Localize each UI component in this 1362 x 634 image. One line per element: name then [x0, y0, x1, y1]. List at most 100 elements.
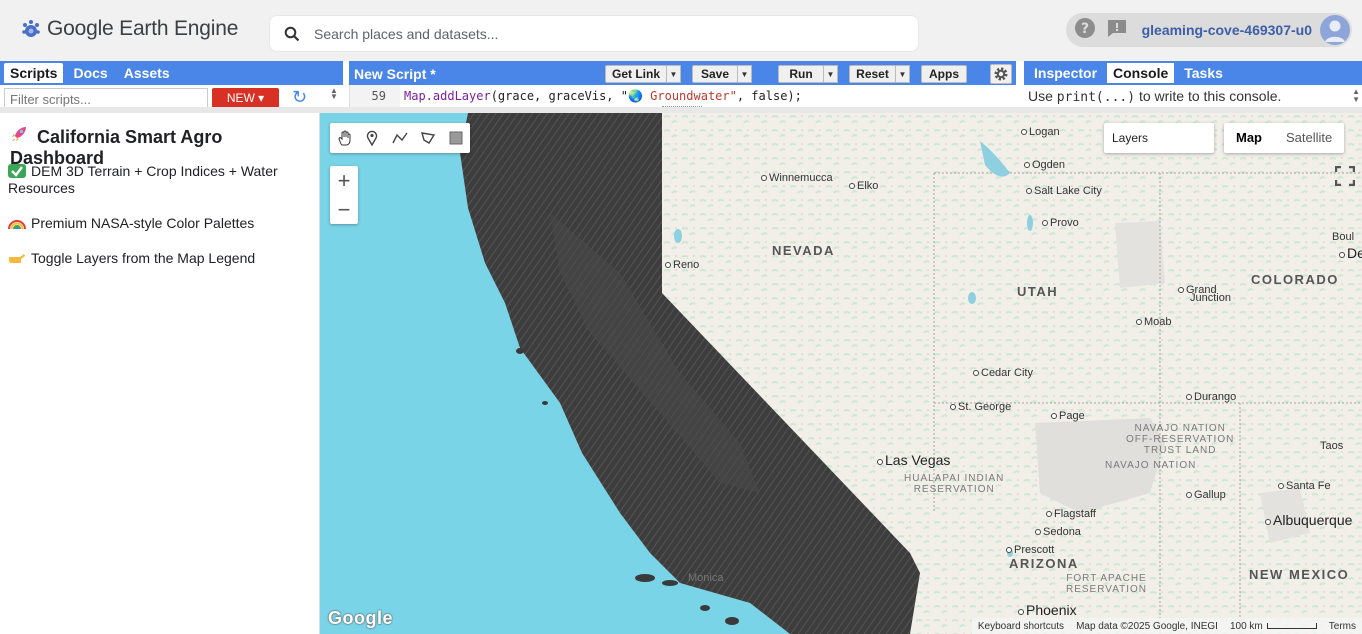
get-link-button[interactable]: Get Link — [605, 65, 667, 83]
left-tabbar: Scripts Docs Assets — [0, 61, 343, 85]
map-type-satellite[interactable]: Satellite — [1274, 123, 1344, 153]
line-tool-icon[interactable] — [386, 123, 414, 153]
fullscreen-icon[interactable] — [1331, 162, 1359, 190]
tab-tasks[interactable]: Tasks — [1178, 63, 1229, 83]
save-button[interactable]: Save — [692, 65, 738, 83]
map-label-reno-text: Reno — [673, 259, 700, 271]
help-icon[interactable]: ? — [1074, 17, 1096, 44]
search-bar[interactable] — [269, 15, 919, 52]
save-dropdown-icon[interactable]: ▼ — [737, 65, 752, 83]
dashboard-line-terrain: DEM 3D Terrain + Crop Indices + Water Re… — [8, 163, 308, 197]
keyboard-shortcuts-link[interactable]: Keyboard shortcuts — [978, 621, 1064, 632]
map-label-provo-text: Provo — [1050, 217, 1079, 229]
pointing-hand-icon — [8, 251, 26, 265]
map-label-cedar-city-text: Cedar City — [981, 367, 1033, 379]
zoom-out-button[interactable]: − — [330, 195, 358, 224]
code-args-end: , false); — [736, 89, 802, 103]
map-label-albuquerque-text: Albuquerque — [1273, 512, 1353, 528]
map-label-elko: Elko — [849, 180, 878, 192]
tab-console[interactable]: Console — [1107, 63, 1175, 83]
map-label-ogden: Ogden — [1024, 159, 1065, 171]
map-label-monica: Monica — [688, 572, 724, 584]
map-label-gallup: Gallup — [1186, 489, 1226, 501]
map-label-denver-text: De — [1347, 245, 1362, 261]
code-line[interactable]: 59 Map.addLayer(grace, graceVis, "🌏 Grou… — [349, 85, 1016, 107]
map-label-st-george: St. George — [950, 401, 1011, 413]
map-label-junction-text: Junction — [1190, 292, 1231, 304]
app-logo[interactable]: Google Earth Engine — [20, 17, 238, 41]
search-input[interactable] — [314, 25, 918, 42]
map-label-logan-text: Logan — [1029, 126, 1060, 138]
map-label-salt-lake-city-text: Salt Lake City — [1034, 185, 1102, 197]
tab-scripts[interactable]: Scripts — [4, 63, 64, 83]
run-button[interactable]: Run — [778, 65, 824, 83]
terms-link[interactable]: Terms — [1329, 621, 1356, 632]
tab-assets[interactable]: Assets — [118, 63, 176, 83]
top-bar: Google Earth Engine ? gleaming-cove-4693… — [0, 0, 1362, 61]
search-icon — [270, 26, 314, 42]
map-label-winnemucca: Winnemucca — [761, 172, 833, 184]
map-label-hualapai: HUALAPAI INDIAN RESERVATION — [904, 473, 1005, 495]
avatar[interactable] — [1320, 15, 1350, 45]
map-label-durango-text: Durango — [1194, 391, 1237, 403]
map-label-santa-fe-text: Santa Fe — [1286, 480, 1331, 492]
rectangle-tool-icon[interactable] — [442, 123, 470, 153]
google-logo[interactable]: Google — [328, 608, 393, 629]
map-label-phoenix-text: Phoenix — [1026, 602, 1077, 618]
new-button[interactable]: NEW ▾ — [212, 88, 279, 107]
pan-hand-icon[interactable] — [330, 123, 358, 153]
map-type-map[interactable]: Map — [1224, 123, 1274, 153]
code-function: Map.addLayer — [404, 89, 491, 103]
map-label-st-george-text: St. George — [958, 401, 1012, 413]
project-selector[interactable]: gleaming-cove-469307-u0 — [1135, 13, 1352, 47]
map-label-durango: Durango — [1186, 391, 1236, 403]
map-attribution: Keyboard shortcuts Map data ©2025 Google… — [971, 618, 1362, 634]
rainbow-icon — [8, 216, 26, 230]
feedback-icon[interactable] — [1106, 17, 1128, 44]
reset-button[interactable]: Reset — [849, 65, 896, 83]
layers-button[interactable]: Layers — [1104, 123, 1214, 153]
tab-docs[interactable]: Docs — [67, 63, 113, 83]
dashboard-title-text: California Smart Agro Dashboard — [10, 127, 223, 168]
marker-icon[interactable] — [358, 123, 386, 153]
tab-inspector[interactable]: Inspector — [1028, 63, 1103, 83]
map-label-arizona: ARIZONA — [1009, 556, 1079, 571]
map-type-toggle: Map Satellite — [1224, 123, 1345, 153]
map-label-colorado: COLORADO — [1251, 272, 1339, 287]
run-dropdown-icon[interactable]: ▼ — [823, 65, 838, 83]
map-label-page: Page — [1051, 410, 1085, 422]
reset-dropdown-icon[interactable]: ▼ — [895, 65, 910, 83]
map-label-santa-fe: Santa Fe — [1278, 480, 1331, 492]
map-label-moab-text: Moab — [1144, 316, 1172, 328]
map-label-cedar-city: Cedar City — [973, 367, 1033, 379]
app-name: Google Earth Engine — [47, 17, 239, 40]
map-label-elko-text: Elko — [857, 180, 879, 192]
apps-button[interactable]: Apps — [921, 65, 967, 83]
scale-bar[interactable]: 100 km — [1230, 621, 1317, 632]
line-number: 59 — [350, 85, 400, 107]
map-label-gallup-text: Gallup — [1194, 489, 1226, 501]
scroll-arrows-icon[interactable]: ▲ ▼ — [330, 87, 340, 101]
map-canvas[interactable] — [320, 113, 1362, 634]
map-label-sedona: Sedona — [1035, 526, 1081, 538]
console-hint: Use print(...) to write to this console.… — [1024, 85, 1362, 107]
polygon-tool-icon[interactable] — [414, 123, 442, 153]
code-editor: New Script * Get Link ▼ Save ▼ Run ▼ Res… — [349, 61, 1016, 110]
dashboard-line-palettes-text: Premium NASA-style Color Palettes — [31, 215, 255, 231]
zoom-in-button[interactable]: + — [330, 166, 358, 195]
scripts-panel: Scripts Docs Assets NEW ▾ ↻ ▲▼ — [0, 61, 343, 107]
map-data-text: Map data ©2025 Google, INEGI — [1076, 620, 1218, 632]
rocket-icon — [10, 127, 33, 147]
dashboard-line-toggle: Toggle Layers from the Map Legend — [8, 250, 308, 267]
zoom-controls: + − — [330, 166, 358, 224]
code-args: (grace, graceVis, " — [490, 89, 628, 103]
gear-icon[interactable] — [990, 64, 1012, 84]
new-button-label: NEW — [226, 91, 255, 105]
filter-scripts-input[interactable] — [4, 88, 208, 107]
console-scroll-icon[interactable]: ▲ ▼ — [1352, 85, 1360, 104]
map-view[interactable]: + − Layers Map Satellite Logan Ogden Sal… — [320, 113, 1362, 634]
refresh-icon[interactable]: ↻ — [292, 87, 307, 107]
get-link-dropdown-icon[interactable]: ▼ — [666, 65, 681, 83]
dashboard-line-palettes: Premium NASA-style Color Palettes — [8, 215, 308, 232]
map-label-phoenix: Phoenix — [1018, 602, 1077, 618]
